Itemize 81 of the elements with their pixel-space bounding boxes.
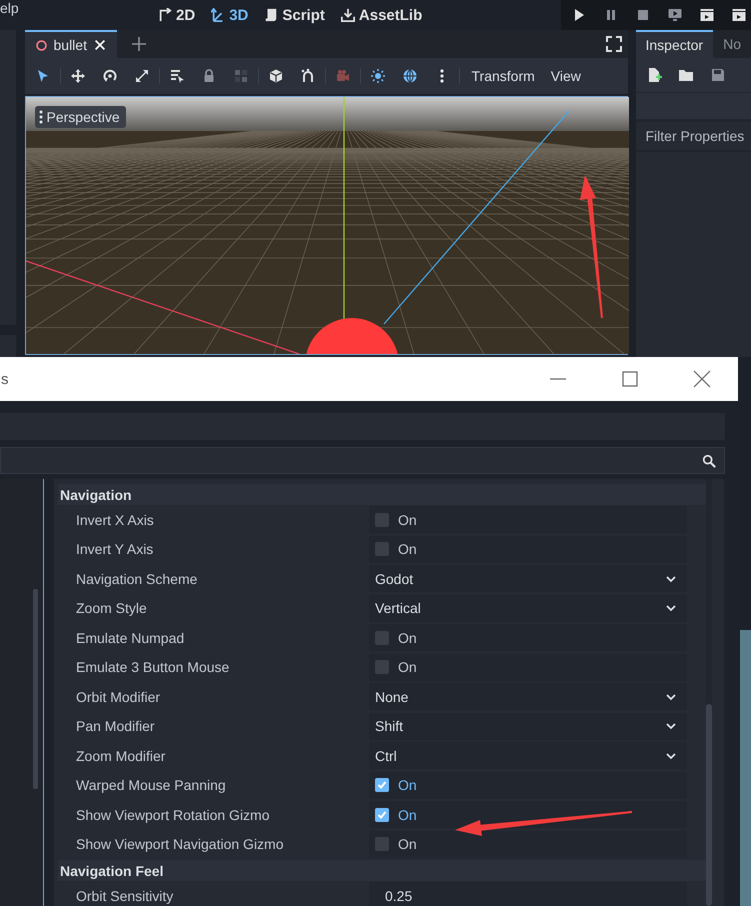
workspace-tab[interactable]: AssetLib bbox=[340, 6, 422, 24]
property-label: Warped Mouse Panning bbox=[75, 777, 227, 794]
checkbox[interactable] bbox=[375, 837, 389, 852]
dock-tab[interactable]: Inspector bbox=[636, 30, 714, 58]
move-icon[interactable] bbox=[70, 68, 86, 84]
rotate-icon[interactable] bbox=[102, 68, 118, 84]
property-label: Emulate 3 Button Mouse bbox=[75, 659, 230, 676]
checkbox-label: On bbox=[398, 630, 417, 646]
folder-icon[interactable] bbox=[678, 67, 694, 83]
checkbox[interactable] bbox=[375, 778, 389, 792]
checkbox[interactable] bbox=[375, 630, 389, 645]
workspace-tab[interactable]: 3D bbox=[211, 6, 248, 24]
fullscreen-icon[interactable] bbox=[606, 36, 622, 52]
more-icon bbox=[38, 110, 42, 124]
search-field[interactable] bbox=[0, 447, 725, 474]
checkbox[interactable] bbox=[375, 808, 389, 822]
maximize-icon bbox=[622, 371, 638, 387]
clapperboard-icon[interactable] bbox=[699, 7, 715, 23]
checkbox-label: On bbox=[398, 512, 417, 528]
property-label: Zoom Modifier bbox=[75, 748, 166, 764]
workspace-tab[interactable]: 2D bbox=[158, 6, 196, 24]
menu-button[interactable]: View bbox=[542, 68, 589, 84]
clapperboard-icon[interactable] bbox=[731, 7, 747, 23]
minimize-icon bbox=[549, 378, 567, 380]
checkbox[interactable] bbox=[375, 512, 389, 527]
save-icon[interactable] bbox=[710, 67, 726, 83]
stop-icon[interactable] bbox=[635, 7, 651, 23]
checkbox[interactable] bbox=[375, 660, 389, 674]
axes-icon bbox=[211, 8, 226, 22]
scrollbar[interactable] bbox=[706, 704, 712, 906]
perspective-menu-button[interactable]: Perspective bbox=[34, 106, 126, 128]
dialog-title: s bbox=[1, 370, 8, 388]
dropdown[interactable]: Ctrl bbox=[369, 742, 687, 770]
checkbox-label: On bbox=[398, 541, 417, 558]
magnet-icon[interactable] bbox=[300, 68, 316, 84]
viewport-drawing[interactable] bbox=[26, 97, 628, 354]
ring-icon bbox=[34, 38, 48, 52]
section-header[interactable]: Navigation Feel bbox=[58, 860, 708, 881]
property-label: Emulate Numpad bbox=[75, 630, 186, 646]
workspace-tab[interactable]: Script bbox=[264, 6, 325, 24]
search-icon bbox=[702, 454, 716, 468]
property-label: Invert X Axis bbox=[75, 512, 155, 528]
number-field[interactable]: 0.25 bbox=[369, 882, 687, 906]
check-icon bbox=[377, 810, 387, 820]
cube-icon[interactable] bbox=[268, 68, 284, 84]
property-label: Show Viewport Navigation Gizmo bbox=[75, 836, 285, 852]
menu-button[interactable]: Transform bbox=[464, 68, 543, 84]
checkbox-label: On bbox=[398, 659, 417, 676]
check-icon bbox=[377, 780, 387, 790]
checkbox-label: On bbox=[398, 836, 417, 852]
download-icon bbox=[340, 8, 355, 22]
monitor-play-icon[interactable] bbox=[667, 7, 683, 23]
scrollbar[interactable] bbox=[33, 589, 38, 789]
scene-tab[interactable]: bullet bbox=[24, 30, 117, 58]
property-label: Show Viewport Rotation Gizmo bbox=[75, 806, 270, 823]
checkbox-label: On bbox=[398, 777, 417, 794]
scale-icon[interactable] bbox=[134, 68, 150, 84]
checkbox-label: On bbox=[398, 806, 417, 823]
checkbox[interactable] bbox=[375, 542, 389, 556]
dropdown[interactable]: Godot bbox=[369, 565, 687, 592]
corner-arrow-icon bbox=[158, 8, 172, 22]
close-icon bbox=[693, 370, 711, 388]
plus-icon[interactable] bbox=[130, 36, 147, 52]
property-label: Pan Modifier bbox=[75, 718, 156, 734]
property-label: Orbit Sensitivity bbox=[75, 888, 174, 904]
property-label: Navigation Scheme bbox=[75, 570, 198, 587]
section-header[interactable]: Navigation bbox=[58, 484, 708, 505]
scroll-icon bbox=[264, 8, 278, 22]
dock-tab[interactable]: No bbox=[713, 30, 751, 58]
sun-icon[interactable] bbox=[370, 68, 386, 84]
dropdown[interactable]: Shift bbox=[369, 712, 687, 740]
property-label: Invert Y Axis bbox=[75, 541, 154, 558]
property-label: Orbit Modifier bbox=[75, 688, 162, 705]
close-icon[interactable] bbox=[92, 38, 107, 52]
globe-icon[interactable] bbox=[402, 68, 418, 84]
dropdown[interactable]: None bbox=[369, 683, 687, 710]
list-select-icon[interactable] bbox=[168, 68, 184, 84]
dropdown[interactable]: Vertical bbox=[369, 594, 687, 622]
menu-item[interactable]: elp bbox=[0, 0, 158, 16]
filter-field[interactable]: Filter Properties bbox=[636, 122, 751, 150]
property-label: Zoom Style bbox=[75, 600, 148, 616]
